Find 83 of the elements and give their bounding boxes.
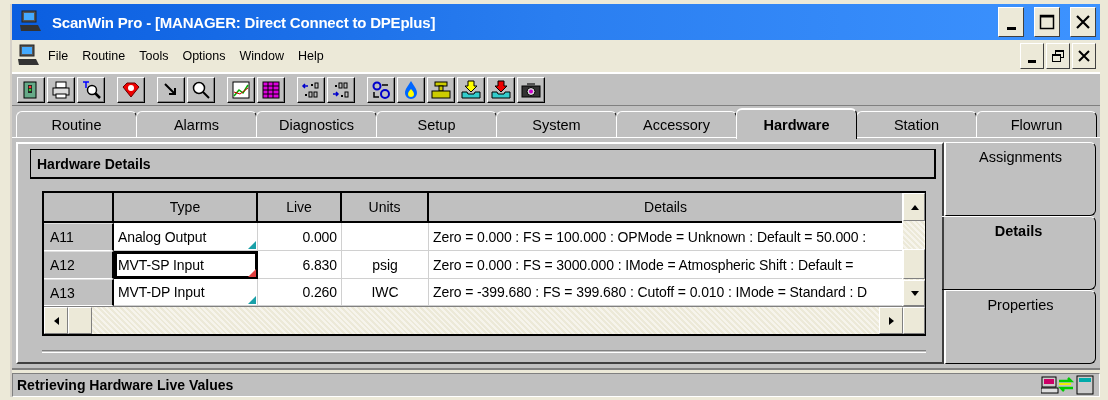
side-tab[interactable]: Properties <box>944 290 1096 364</box>
toolbar-button[interactable] <box>77 76 105 103</box>
tray-arrow-icon <box>491 79 511 100</box>
toolbar-button[interactable] <box>227 76 255 103</box>
toolbar-button[interactable] <box>117 76 145 103</box>
menu-item[interactable]: Help <box>298 49 324 63</box>
tab[interactable]: Setup <box>376 111 497 137</box>
scroll-up-button[interactable] <box>903 193 925 221</box>
scroll-down-button[interactable] <box>903 280 925 306</box>
toolbar-button[interactable] <box>157 76 185 103</box>
table-cell: psig <box>342 251 429 279</box>
close-button[interactable] <box>1072 43 1096 69</box>
table-cell: Zero = 0.000 : FS = 100.000 : OPMode = Unknown : Default = 50.000 : <box>429 223 902 251</box>
menu-item[interactable]: Tools <box>139 49 169 63</box>
panel-title: Hardware Details <box>30 149 936 179</box>
toolbar-button[interactable] <box>427 76 455 103</box>
table-cell[interactable]: Analog Output <box>114 223 258 251</box>
tab[interactable]: Flowrun <box>976 111 1097 137</box>
toolbar-button[interactable] <box>47 76 75 103</box>
decimal-icon <box>301 79 321 100</box>
minimize-icon <box>1028 59 1036 63</box>
minimize-button[interactable] <box>998 7 1024 37</box>
toolbar-button[interactable] <box>327 76 355 103</box>
table-cell[interactable]: MVT-SP Input <box>114 251 258 279</box>
tab[interactable]: Routine <box>16 111 137 137</box>
column-header[interactable]: Units <box>342 193 429 223</box>
toolbar-button[interactable] <box>517 76 545 103</box>
gem-icon <box>121 79 141 100</box>
swap-circles-icon <box>371 79 391 100</box>
toolbar-button[interactable] <box>367 76 395 103</box>
status-text: Retrieving Hardware Live Values <box>17 377 235 393</box>
toolbar-button[interactable] <box>257 76 285 103</box>
horizontal-scrollbar[interactable] <box>44 306 925 334</box>
search-icon <box>191 79 211 100</box>
restore-button[interactable] <box>1046 43 1070 69</box>
line-chart-icon <box>231 79 251 100</box>
scroll-right-button[interactable] <box>879 307 903 334</box>
toolbar-button[interactable] <box>17 76 45 103</box>
column-header[interactable]: Details <box>429 193 902 223</box>
grid-icon <box>261 79 281 100</box>
tab[interactable]: Hardware <box>736 108 857 139</box>
toolbar-button[interactable] <box>397 76 425 103</box>
menu-item[interactable]: Options <box>182 49 226 63</box>
tray-arrow-icon <box>461 79 481 100</box>
down-arrow-icon <box>909 288 919 298</box>
tab[interactable]: Diagnostics <box>256 111 377 137</box>
right-arrow-icon <box>886 316 896 325</box>
menu-item[interactable]: Routine <box>82 49 126 63</box>
row-header[interactable]: A11 <box>44 223 114 251</box>
maximize-icon <box>1039 14 1055 30</box>
scroll-left-button[interactable] <box>44 307 68 334</box>
scale-icon <box>431 79 451 100</box>
column-header[interactable]: Type <box>114 193 258 223</box>
vertical-scrollbar[interactable] <box>903 193 925 306</box>
side-tab[interactable]: Assignments <box>944 142 1096 216</box>
table-cell: 6.830 <box>258 251 342 279</box>
table-cell: Zero = 0.000 : FS = 3000.000 : IMode = Atmospheric Shift : Default = <box>429 251 902 279</box>
table-cell: 0.000 <box>258 223 342 251</box>
toolbar-button[interactable] <box>297 76 325 103</box>
minimize-button[interactable] <box>1020 43 1044 69</box>
tab[interactable]: System <box>496 111 617 137</box>
scroll-thumb[interactable] <box>68 307 92 334</box>
restore-icon <box>1051 49 1065 63</box>
maximize-button[interactable] <box>1034 7 1060 37</box>
close-icon <box>1075 14 1091 30</box>
column-header[interactable]: Live <box>258 193 342 223</box>
toolbar-button[interactable] <box>187 76 215 103</box>
printer-icon <box>51 79 71 100</box>
row-header[interactable]: A13 <box>44 279 114 306</box>
close-button[interactable] <box>1070 7 1096 37</box>
decimal-icon <box>331 79 351 100</box>
window-title: ScanWin Pro - [MANAGER: Direct Connect to DPEplus] <box>52 13 437 31</box>
tab[interactable]: Alarms <box>136 111 257 137</box>
close-icon <box>1077 49 1091 63</box>
menu-item[interactable]: Window <box>239 49 284 63</box>
row-header[interactable]: A12 <box>44 251 114 279</box>
menu-item[interactable]: File <box>48 49 69 63</box>
tab[interactable]: Accessory <box>616 111 737 137</box>
scroll-thumb[interactable] <box>903 249 925 279</box>
side-tab[interactable]: Details <box>942 216 1096 290</box>
toolbar-button[interactable] <box>457 76 485 103</box>
minimize-icon <box>1006 26 1016 30</box>
toolbar-button[interactable] <box>487 76 515 103</box>
